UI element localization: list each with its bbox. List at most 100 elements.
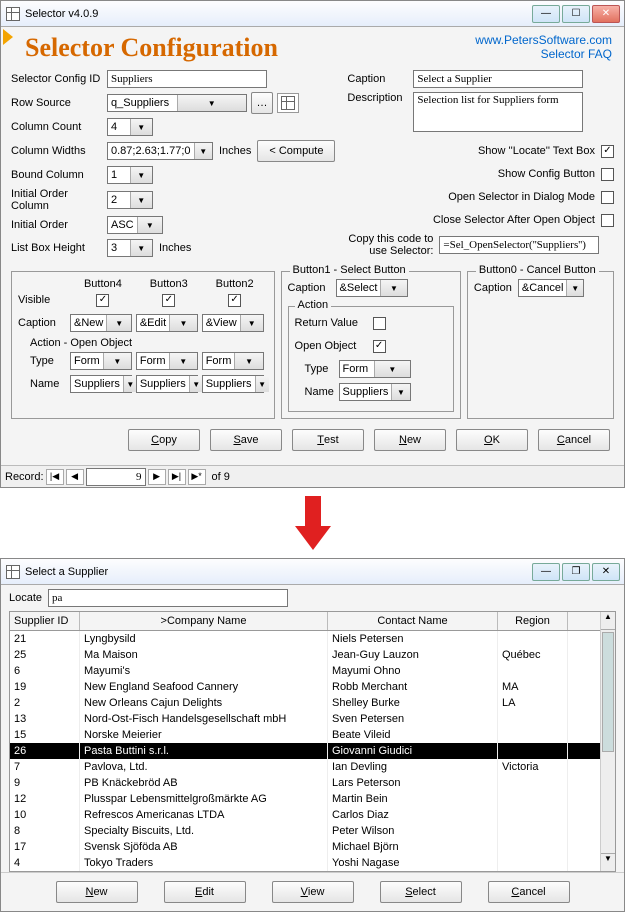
site-link[interactable]: www.PetersSoftware.com — [475, 33, 612, 47]
label-copy-code: Copy this code to use Selector: — [347, 233, 433, 257]
btn0-caption[interactable]: &Cancel▼ — [518, 279, 584, 297]
nav-next[interactable]: ▶ — [148, 469, 166, 485]
list-row[interactable]: 26Pasta Buttini s.r.l.Giovanni Giudici — [10, 743, 600, 759]
scrollbar-thumb[interactable] — [602, 632, 614, 752]
list-row[interactable]: 12Plusspar Lebensmittelgroßmärkte AGMart… — [10, 791, 600, 807]
nav-prev[interactable]: ◀ — [66, 469, 84, 485]
btn2-type[interactable]: Form▼ — [202, 352, 264, 370]
btn4-caption[interactable]: &New▼ — [70, 314, 132, 332]
caption-input[interactable] — [413, 70, 583, 88]
scrollbar[interactable]: ▲ ▼ — [600, 612, 615, 871]
btn3-name[interactable]: Suppliers▼ — [136, 375, 198, 393]
btn4-name[interactable]: Suppliers▼ — [70, 375, 132, 393]
list-row[interactable]: 15Norske MeierierBeate Vileid — [10, 727, 600, 743]
list-row[interactable]: 8Specialty Biscuits, Ltd.Peter Wilson — [10, 823, 600, 839]
show-locate-checkbox[interactable]: ✓ — [601, 145, 614, 158]
list-row[interactable]: 4Tokyo TradersYoshi Nagase — [10, 855, 600, 871]
label-visible: Visible — [18, 294, 70, 306]
btn2-name[interactable]: Suppliers▼ — [202, 375, 264, 393]
col-supplier-id[interactable]: Supplier ID — [10, 612, 80, 630]
faq-link[interactable]: Selector FAQ — [475, 47, 612, 61]
list-box-height-combo[interactable]: 3▼ — [107, 239, 153, 257]
new-button[interactable]: New — [374, 429, 446, 451]
restore-button2[interactable]: ❐ — [562, 563, 590, 581]
cancel-button[interactable]: Cancel — [538, 429, 610, 451]
close-button[interactable]: ✕ — [592, 5, 620, 23]
maximize-button[interactable]: ☐ — [562, 5, 590, 23]
list-row[interactable]: 21LyngbysildNiels Petersen — [10, 631, 600, 647]
titlebar[interactable]: Selector v4.0.9 — ☐ ✕ — [1, 1, 624, 27]
label-type1: Type — [295, 363, 339, 375]
initial-order-col-combo[interactable]: 2▼ — [107, 191, 153, 209]
list-row[interactable]: 6Mayumi'sMayumi Ohno — [10, 663, 600, 679]
vis4-checkbox[interactable]: ✓ — [96, 294, 109, 307]
description-input[interactable] — [413, 92, 583, 132]
btn4-type[interactable]: Form▼ — [70, 352, 132, 370]
btn1-name[interactable]: Suppliers▼ — [339, 383, 411, 401]
minimize-button[interactable]: — — [532, 5, 560, 23]
compute-button[interactable]: < Compute — [257, 140, 335, 162]
vis2-checkbox[interactable]: ✓ — [228, 294, 241, 307]
list-row[interactable]: 7Pavlova, Ltd.Ian DevlingVictoria — [10, 759, 600, 775]
return-value-checkbox[interactable] — [373, 317, 386, 330]
nav-first[interactable]: |◀ — [46, 469, 64, 485]
list-row[interactable]: 10Refrescos Americanas LTDACarlos Diaz — [10, 807, 600, 823]
vis3-checkbox[interactable]: ✓ — [162, 294, 175, 307]
window-title: Selector v4.0.9 — [25, 8, 532, 20]
label-name: Name — [18, 378, 70, 390]
list-row[interactable]: 19New England Seafood CanneryRobb Mercha… — [10, 679, 600, 695]
select-button2[interactable]: Select — [380, 881, 462, 903]
row-source-combo[interactable]: q_Suppliers▼ — [107, 94, 247, 112]
expand-icon[interactable] — [3, 29, 13, 45]
window2-title: Select a Supplier — [25, 566, 532, 578]
save-button[interactable]: Save — [210, 429, 282, 451]
label-action-open: Action - Open Object — [30, 337, 268, 349]
close-after-checkbox[interactable] — [601, 214, 614, 227]
list-row[interactable]: 2New Orleans Cajun DelightsShelley Burke… — [10, 695, 600, 711]
list-row[interactable]: 17Svensk Sjöföda ABMichael Björn — [10, 839, 600, 855]
btn3-caption[interactable]: &Edit▼ — [136, 314, 198, 332]
titlebar2[interactable]: Select a Supplier — ❐ ✕ — [1, 559, 624, 585]
btn3-type[interactable]: Form▼ — [136, 352, 198, 370]
row-source-browse[interactable]: … — [251, 92, 273, 114]
open-dialog-checkbox[interactable] — [601, 191, 614, 204]
column-widths-combo[interactable]: 0.87;2.63;1.77;0▼ — [107, 142, 213, 160]
label-caption: Caption — [347, 73, 413, 85]
view-button2[interactable]: View — [272, 881, 354, 903]
record-number[interactable] — [86, 468, 146, 486]
nav-new[interactable]: ▶* — [188, 469, 206, 485]
test-button[interactable]: Test — [292, 429, 364, 451]
minimize-button2[interactable]: — — [532, 563, 560, 581]
copy-button[interactable]: Copy — [128, 429, 200, 451]
label-column-count: Column Count — [11, 121, 107, 133]
list-row[interactable]: 25Ma MaisonJean-Guy LauzonQuébec — [10, 647, 600, 663]
copy-code-input[interactable] — [439, 236, 599, 254]
bound-column-combo[interactable]: 1▼ — [107, 166, 153, 184]
initial-order-combo[interactable]: ASC▼ — [107, 216, 163, 234]
label-button4: Button4 — [70, 278, 136, 290]
config-id-input[interactable] — [107, 70, 267, 88]
close-button2[interactable]: ✕ — [592, 563, 620, 581]
btn2-caption[interactable]: &View▼ — [202, 314, 264, 332]
list-row[interactable]: 13Nord-Ost-Fisch Handelsgesellschaft mbH… — [10, 711, 600, 727]
label-name1: Name — [295, 386, 339, 398]
btn1-caption[interactable]: &Select▼ — [336, 279, 408, 297]
cancel-button2[interactable]: Cancel — [488, 881, 570, 903]
col-company[interactable]: >Company Name — [80, 612, 328, 630]
col-contact[interactable]: Contact Name — [328, 612, 498, 630]
col-region[interactable]: Region — [498, 612, 568, 630]
locate-input[interactable] — [48, 589, 288, 607]
edit-button2[interactable]: Edit — [164, 881, 246, 903]
btn1-type[interactable]: Form▼ — [339, 360, 411, 378]
list-row[interactable]: 9PB Knäckebröd ABLars Peterson — [10, 775, 600, 791]
record-label: Record: — [5, 471, 44, 483]
open-object-checkbox[interactable]: ✓ — [373, 340, 386, 353]
show-config-checkbox[interactable] — [601, 168, 614, 181]
column-count-combo[interactable]: 4▼ — [107, 118, 153, 136]
datasheet-icon[interactable] — [277, 93, 299, 113]
nav-last[interactable]: ▶| — [168, 469, 186, 485]
new-button2[interactable]: New — [56, 881, 138, 903]
label-action: Action — [295, 299, 332, 311]
ok-button[interactable]: OK — [456, 429, 528, 451]
label-button0: Button0 - Cancel Button — [476, 264, 599, 276]
